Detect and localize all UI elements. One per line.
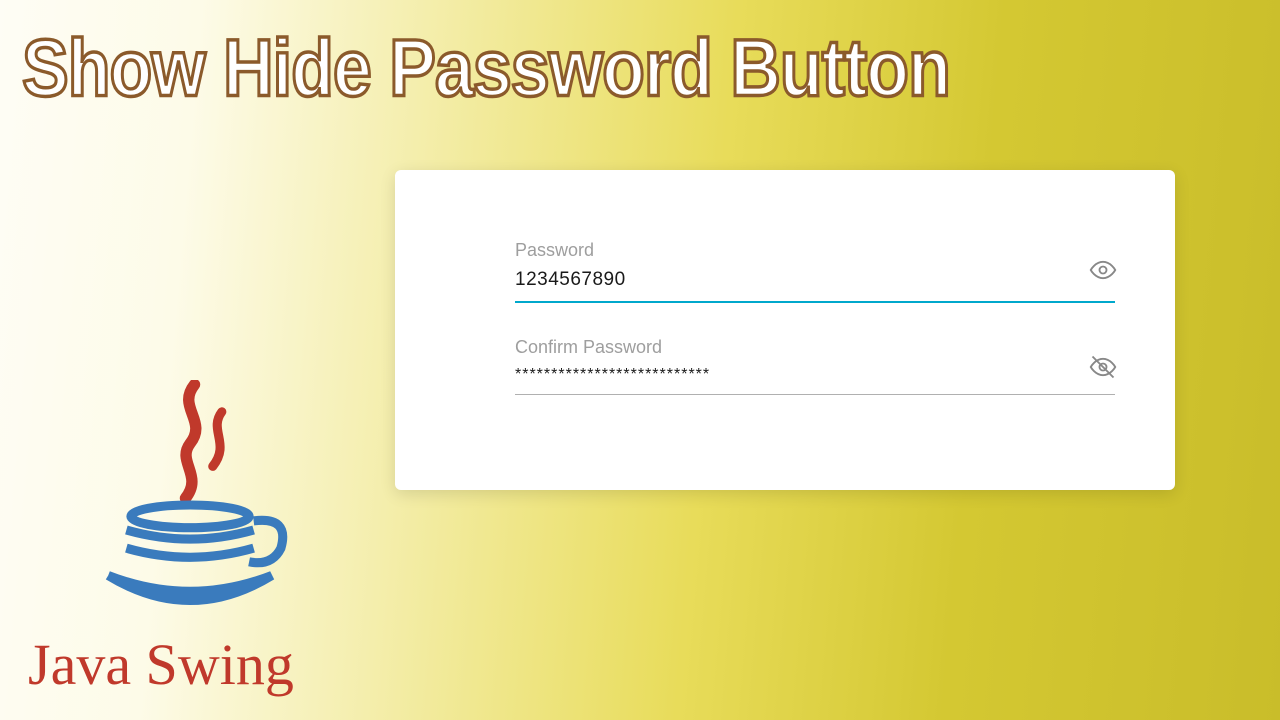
page-title: Show Hide Password Button (22, 22, 950, 114)
confirm-password-label: Confirm Password (515, 337, 1115, 358)
confirm-password-input[interactable]: *************************** (515, 366, 1115, 394)
show-password-button[interactable] (1085, 254, 1121, 290)
footer-text: Java Swing (28, 631, 294, 698)
confirm-password-field-group: Confirm Password ***********************… (515, 337, 1115, 395)
hide-confirm-password-button[interactable] (1085, 351, 1121, 387)
confirm-password-underline (515, 394, 1115, 395)
password-input[interactable]: 1234567890 (515, 269, 1115, 301)
password-form-card: Password 1234567890 Confirm Password ***… (395, 170, 1175, 490)
password-underline (515, 301, 1115, 303)
java-logo-icon (70, 380, 310, 630)
password-label: Password (515, 240, 1115, 261)
password-field-group: Password 1234567890 (515, 240, 1115, 303)
eye-icon (1089, 256, 1117, 289)
eye-off-icon (1089, 353, 1117, 386)
